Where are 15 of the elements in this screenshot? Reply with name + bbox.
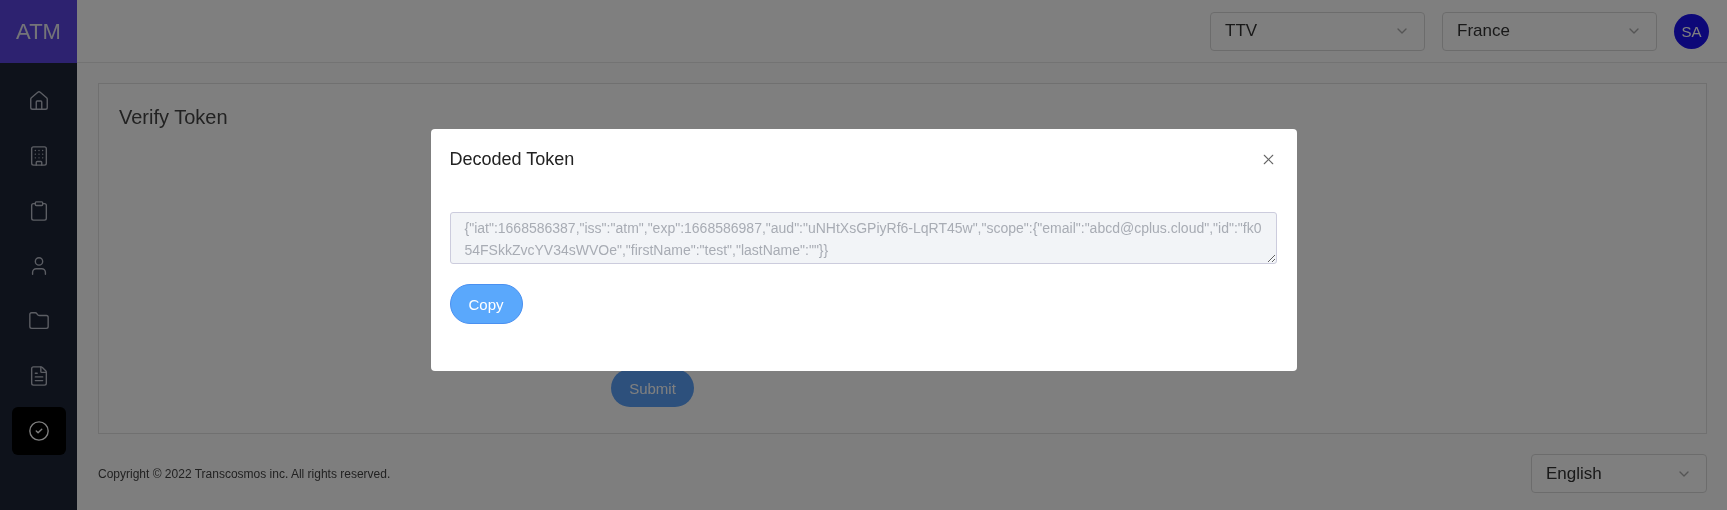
check-circle-icon: [27, 420, 50, 442]
folder-icon: [27, 310, 50, 332]
logo: ATM: [0, 0, 77, 63]
copyright-text: Copyright © 2022 Transcosmos inc. All rights reserved.: [98, 466, 391, 481]
dropdown[interactable]: France: [1442, 11, 1657, 51]
language-dropdown[interactable]: English: [1531, 454, 1707, 493]
avatar[interactable]: SA: [1674, 13, 1709, 49]
home-icon: [27, 90, 50, 112]
dropdown[interactable]: TTV: [1210, 11, 1425, 51]
token-field[interactable]: {"iat":1668586387,"iss":"atm","exp":1668586987,"aud":"uNHtXsGPiyRf6-LqRT45w","scope":{"email":"abcd@cplus.cloud","id":"fk054FSkkZvcYV34sWVOe","firstName":"test","lastName":""}}: [449, 212, 1277, 264]
sidebar-item[interactable]: [11, 407, 66, 455]
copy-button[interactable]: Copy: [449, 284, 523, 324]
modal-title: Decoded Token: [449, 149, 575, 170]
page-title: Verify Token: [119, 106, 229, 129]
submit-button[interactable]: Submit: [611, 369, 694, 407]
